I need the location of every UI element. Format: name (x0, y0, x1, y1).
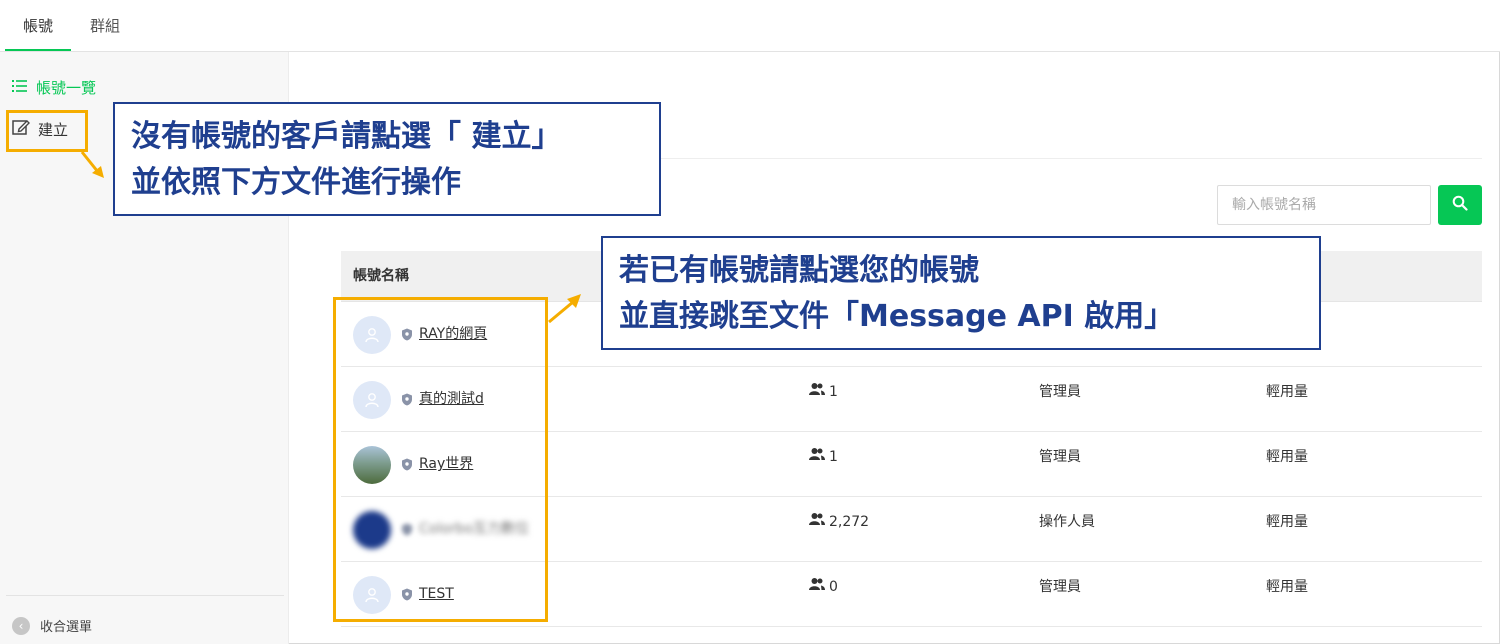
sidebar-item-label: 帳號一覽 (36, 79, 97, 97)
plan-cell: 輕用量 (1266, 579, 1308, 595)
role-cell: 管理員 (1039, 579, 1081, 595)
divider (6, 595, 284, 596)
search-button[interactable] (1438, 185, 1482, 225)
callout-existing-account-instruction: 若已有帳號請點選您的帳號 並直接跳至文件「Message API 啟用」 (601, 236, 1321, 350)
member-count: 1 (809, 432, 838, 482)
callout-line: 並直接跳至文件「Message API 啟用」 (619, 299, 1175, 334)
role-cell: 管理員 (1039, 384, 1081, 400)
member-count: 2,272 (809, 497, 869, 547)
arrow-icon (80, 151, 104, 178)
search-icon (1452, 195, 1468, 215)
callout-create-instruction: 沒有帳號的客戶請點選「 建立」 並依照下方文件進行操作 (113, 102, 661, 216)
sidebar-item-account-list[interactable]: 帳號一覽 (12, 76, 96, 100)
column-header-account-name: 帳號名稱 (353, 268, 409, 284)
member-count: 0 (809, 562, 838, 612)
users-icon (809, 367, 825, 417)
users-icon (809, 432, 825, 482)
role-cell: 管理員 (1039, 449, 1081, 465)
member-count: 1 (809, 367, 838, 417)
tab-groups[interactable]: 群組 (75, 0, 135, 51)
highlight-accounts-box (333, 297, 548, 622)
list-icon (12, 76, 28, 100)
callout-line: 沒有帳號的客戶請點選「 建立」 (131, 119, 562, 154)
callout-line: 若已有帳號請點選您的帳號 (619, 253, 979, 288)
users-icon (809, 562, 825, 612)
top-tab-bar: 帳號 群組 (0, 0, 1500, 52)
search-input[interactable] (1217, 185, 1431, 225)
plan-cell: 輕用量 (1266, 384, 1308, 400)
plan-cell: 輕用量 (1266, 449, 1308, 465)
plan-cell: 輕用量 (1266, 514, 1308, 530)
tab-accounts[interactable]: 帳號 (5, 0, 71, 51)
collapse-menu-button[interactable]: ‹ 收合選單 (12, 616, 92, 635)
role-cell: 操作人員 (1039, 514, 1095, 530)
chevron-left-icon: ‹ (12, 616, 30, 635)
callout-line: 並依照下方文件進行操作 (131, 165, 461, 200)
arrow-icon (548, 294, 581, 324)
collapse-menu-label: 收合選單 (40, 620, 93, 635)
users-icon (809, 497, 825, 547)
highlight-create-box (6, 110, 88, 152)
